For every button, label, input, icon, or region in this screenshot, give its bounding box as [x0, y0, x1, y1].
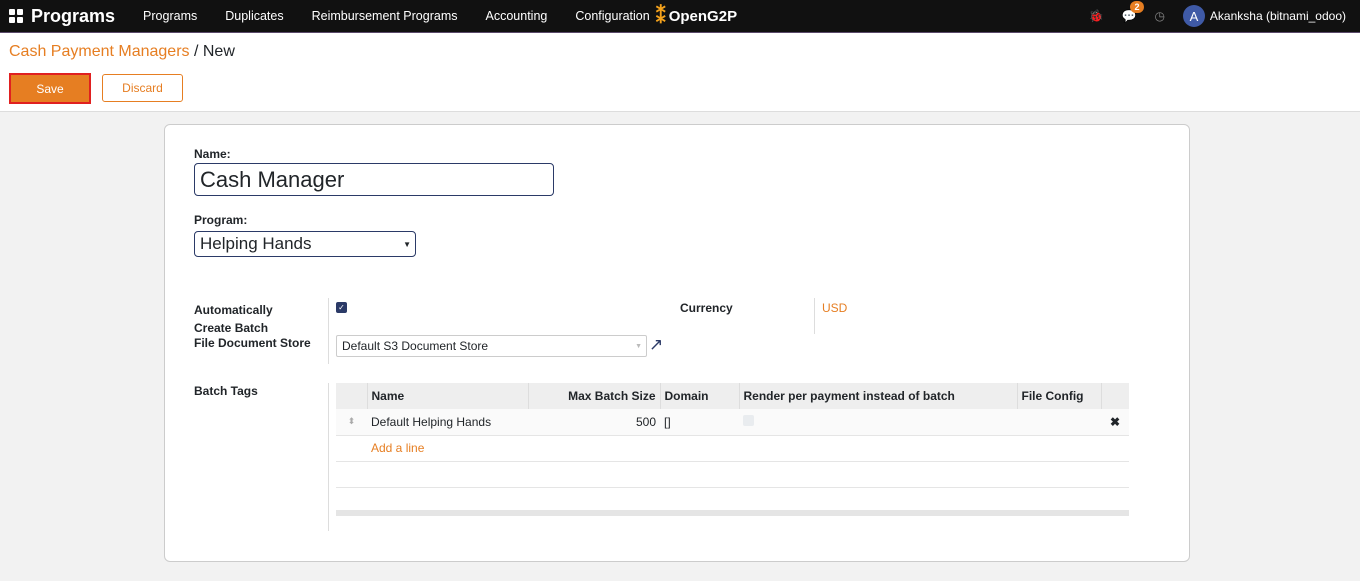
auto-batch-label: Automatically Create Batch: [194, 303, 273, 335]
program-value: Helping Hands: [200, 234, 312, 253]
currency-label: Currency: [680, 301, 733, 315]
row-name[interactable]: Default Helping Hands: [367, 409, 528, 436]
user-menu[interactable]: A Akanksha (bitnami_odoo): [1182, 5, 1346, 27]
discard-button[interactable]: Discard: [102, 74, 183, 102]
column-name[interactable]: Name: [367, 383, 529, 409]
file-store-value: Default S3 Document Store: [342, 339, 489, 353]
menu-accounting[interactable]: Accounting: [486, 9, 548, 23]
avatar: A: [1182, 5, 1205, 27]
messages-icon[interactable]: 💬 2: [1121, 1, 1144, 23]
row-file-config[interactable]: [1017, 409, 1101, 436]
row-domain[interactable]: []: [660, 409, 739, 436]
app-brand[interactable]: Programs: [31, 6, 115, 27]
file-store-label: File Document Store: [194, 336, 311, 350]
breadcrumb: Cash Payment Managers / New: [9, 43, 1351, 61]
user-name: Akanksha (bitnami_odoo): [1209, 9, 1346, 23]
auto-batch-checkbox[interactable]: ✓: [336, 302, 347, 313]
currency-value[interactable]: USD: [822, 301, 847, 315]
divider: [328, 383, 329, 531]
column-domain[interactable]: Domain: [660, 383, 740, 409]
delete-column: [1101, 383, 1129, 409]
add-a-line-link[interactable]: Add a line: [367, 435, 1129, 462]
logo-mark-icon: ⁑: [655, 5, 666, 28]
menu-configuration[interactable]: Configuration: [575, 9, 649, 23]
apps-menu-icon[interactable]: [9, 9, 23, 23]
openg2p-logo: ⁑ OpenG2P: [655, 5, 738, 28]
chevron-down-icon: ▼: [403, 239, 411, 249]
program-label: Program:: [194, 213, 248, 227]
menu-reimbursement-programs[interactable]: Reimbursement Programs: [312, 9, 458, 23]
row-render-per-payment[interactable]: [739, 409, 1017, 436]
save-button[interactable]: Save: [9, 73, 91, 104]
external-link-icon[interactable]: ↗: [649, 335, 663, 355]
messages-count: 2: [1130, 1, 1144, 13]
breadcrumb-parent[interactable]: Cash Payment Managers: [9, 43, 190, 60]
empty-row: [336, 461, 1129, 488]
file-store-select[interactable]: Default S3 Document Store ▼: [336, 335, 647, 357]
empty-row: [336, 487, 1129, 516]
column-render-per-payment[interactable]: Render per payment instead of batch: [739, 383, 1018, 409]
menu-duplicates[interactable]: Duplicates: [225, 9, 283, 23]
menu-programs[interactable]: Programs: [143, 9, 197, 23]
delete-row-icon[interactable]: ✖: [1101, 409, 1129, 436]
divider: [814, 298, 815, 334]
table-header: Name Max Batch Size Domain Render per pa…: [336, 383, 1129, 409]
batch-tags-table: Name Max Batch Size Domain Render per pa…: [336, 383, 1129, 516]
breadcrumb-separator: /: [189, 43, 203, 60]
column-max-batch-size[interactable]: Max Batch Size: [528, 383, 661, 409]
divider: [328, 298, 329, 364]
drag-handle-icon[interactable]: ⬍: [336, 409, 367, 436]
table-row[interactable]: ⬍ Default Helping Hands 500 [] ✖: [336, 409, 1129, 436]
top-navbar: Programs Programs Duplicates Reimburseme…: [0, 0, 1360, 33]
batch-tags-label: Batch Tags: [194, 384, 258, 398]
render-per-payment-checkbox[interactable]: [743, 414, 754, 426]
control-panel: Cash Payment Managers / New Save Discard: [0, 33, 1360, 112]
column-file-config[interactable]: File Config: [1017, 383, 1102, 409]
debug-bug-icon[interactable]: 🐞: [1089, 9, 1104, 23]
breadcrumb-current: New: [202, 43, 235, 60]
program-select[interactable]: Helping Hands ▼: [194, 231, 416, 257]
add-line-row: Add a line: [336, 435, 1129, 462]
name-input[interactable]: Cash Manager: [194, 163, 554, 196]
chevron-down-icon: ▼: [635, 342, 642, 350]
name-label: Name:: [194, 147, 231, 161]
form-sheet: Name: Cash Manager Program: Helping Hand…: [164, 124, 1190, 562]
handle-column: [336, 383, 368, 409]
activity-clock-icon[interactable]: ◷: [1154, 9, 1164, 23]
row-max-batch-size[interactable]: 500: [528, 409, 660, 436]
